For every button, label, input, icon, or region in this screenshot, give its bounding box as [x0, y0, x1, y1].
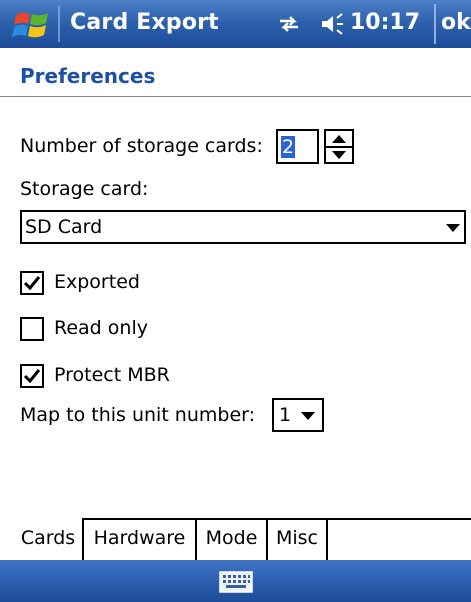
title-bar: Card Export 10:17 ok: [0, 0, 471, 48]
protect-mbr-checkbox[interactable]: [20, 364, 44, 388]
ok-button[interactable]: ok: [434, 4, 471, 44]
spin-up-icon[interactable]: [332, 135, 346, 143]
exported-checkbox[interactable]: [20, 271, 44, 295]
storage-card-dropdown[interactable]: SD Card: [20, 210, 466, 244]
map-unit-value: 1: [279, 404, 292, 426]
spin-down-icon[interactable]: [332, 151, 346, 159]
spinner-divider: [326, 146, 352, 148]
tab-hardware[interactable]: Hardware: [82, 519, 195, 560]
read-only-label: Read only: [54, 317, 148, 339]
keyboard-icon[interactable]: [219, 571, 253, 593]
read-only-checkbox[interactable]: [20, 317, 44, 341]
checkmark-icon: [23, 369, 41, 384]
map-unit-label: Map to this unit number:: [20, 404, 256, 426]
chevron-down-icon[interactable]: [301, 412, 315, 420]
map-unit-select[interactable]: 1: [272, 398, 324, 432]
storage-card-label: Storage card:: [20, 178, 149, 200]
page-title: Preferences: [20, 64, 156, 88]
chevron-down-icon[interactable]: [446, 224, 460, 232]
app-title: Card Export: [70, 10, 219, 35]
num-cards-spinner[interactable]: [324, 129, 354, 164]
title-separator: [58, 6, 60, 42]
protect-mbr-label: Protect MBR: [54, 364, 170, 386]
tab-cards[interactable]: Cards: [14, 519, 82, 560]
num-cards-input[interactable]: 2: [276, 129, 319, 164]
exported-label: Exported: [54, 271, 140, 293]
clock[interactable]: 10:17: [350, 10, 420, 35]
connectivity-icon[interactable]: [278, 14, 300, 34]
header-divider: [0, 96, 471, 97]
tab-mode[interactable]: Mode: [195, 519, 266, 560]
num-cards-value: 2: [281, 136, 296, 158]
windows-flag-icon[interactable]: [12, 9, 52, 41]
tab-misc[interactable]: Misc: [266, 519, 326, 560]
num-cards-label: Number of storage cards:: [20, 135, 263, 157]
storage-card-value: SD Card: [25, 216, 103, 238]
checkmark-icon: [23, 276, 41, 291]
tab-end-divider: [326, 519, 328, 560]
bottom-bar: [0, 560, 471, 602]
volume-icon[interactable]: [320, 13, 344, 35]
